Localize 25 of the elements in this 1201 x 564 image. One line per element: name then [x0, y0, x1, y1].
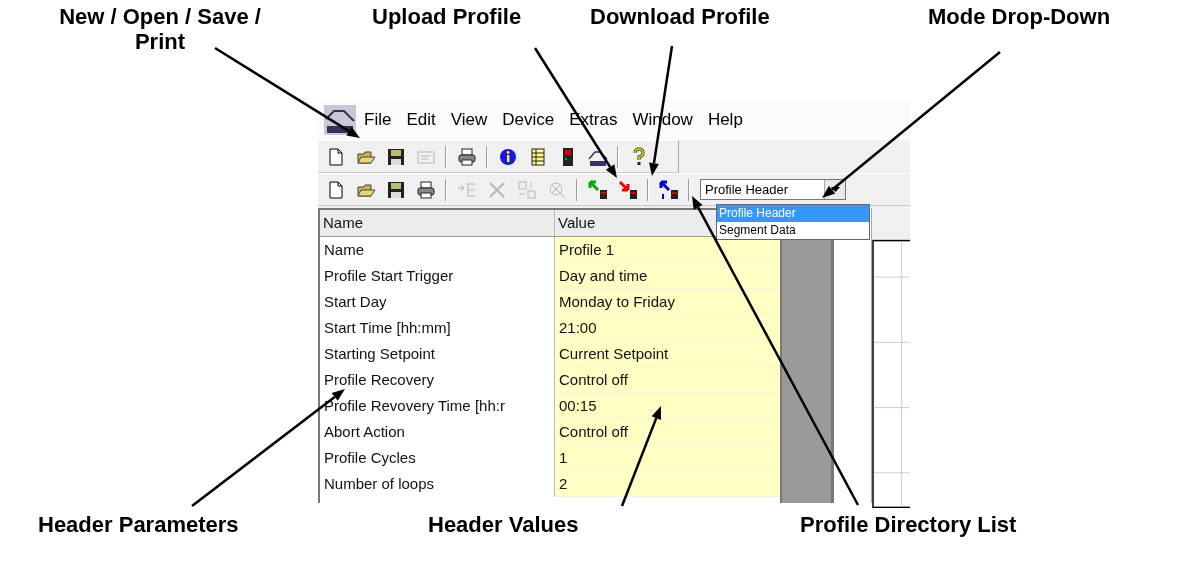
callout-label: Download Profile — [590, 4, 770, 29]
parameter-value-cell[interactable]: Monday to Friday — [555, 289, 780, 315]
parameter-value-cell[interactable]: 2 — [555, 471, 780, 497]
parameter-value-cell[interactable]: Control off — [555, 419, 780, 445]
callout-label: Header Parameters — [38, 512, 239, 537]
parameter-value-cell[interactable]: 1 — [555, 445, 780, 471]
callout-label: New / Open / Save / Print — [58, 4, 262, 54]
menu-item[interactable]: Help — [707, 110, 743, 130]
parameter-value-cell[interactable]: Profile 1 — [555, 237, 780, 263]
parameter-value-cell[interactable]: Control off — [555, 367, 780, 393]
menu-item[interactable]: File — [364, 110, 392, 130]
parameter-value-cell[interactable]: 00:15 — [555, 393, 780, 419]
menu-item[interactable]: Edit — [406, 110, 436, 130]
callout-label: Profile Directory List — [800, 512, 1017, 537]
callout-label: Upload Profile — [372, 4, 522, 29]
menu-item[interactable]: Device — [502, 110, 555, 130]
parameter-value-cell[interactable]: Current Setpoint — [555, 341, 780, 367]
menu-item[interactable]: View — [450, 110, 488, 130]
parameter-value-cell[interactable]: Day and time — [555, 263, 780, 289]
parameter-value-cell[interactable]: 21:00 — [555, 315, 780, 341]
callout-label: Header Values — [428, 512, 579, 537]
column-header[interactable]: Name — [320, 210, 555, 236]
dropdown-option[interactable]: Segment Data — [717, 222, 869, 239]
callout-label: Mode Drop-Down — [928, 4, 1111, 29]
mode-dropdown[interactable]: Profile Header — [700, 179, 846, 200]
